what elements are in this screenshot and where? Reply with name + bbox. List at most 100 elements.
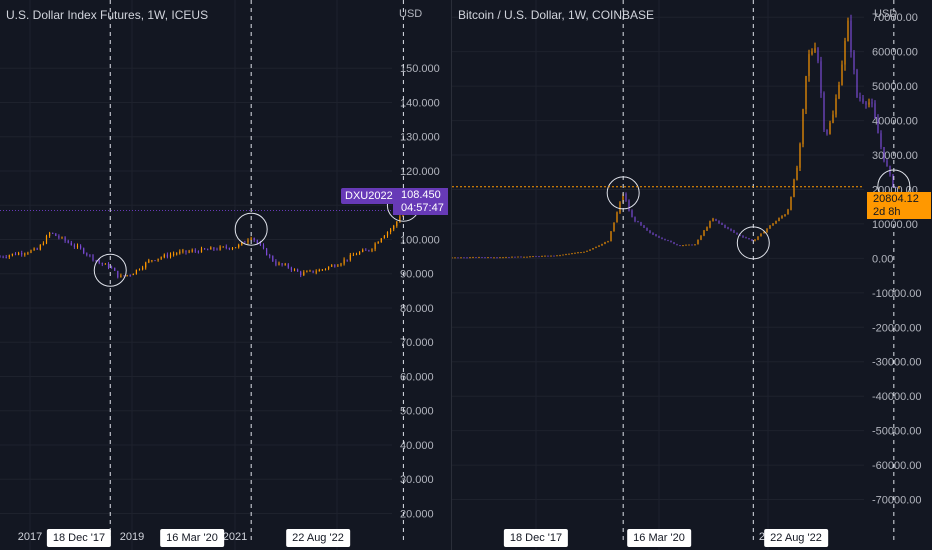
btc-candle-body <box>661 237 663 239</box>
btc-chart-panel[interactable]: 70000.00 60000.00 50000.00 40000.00 30000.00… <box>452 0 932 550</box>
dxy-chart-canvas[interactable]: 20.000 30.000 40.000 50.000 60.000 70.000 80.0… <box>0 0 451 550</box>
btc-candle-body <box>505 257 507 259</box>
dxy-y-tick-label: 80.000 <box>400 303 434 315</box>
dxy-candle-body <box>2 256 4 258</box>
dxy-candle-body <box>377 241 379 244</box>
dxy-candle-body <box>70 242 72 246</box>
btc-candle-body <box>649 230 651 233</box>
dxy-candle-body <box>30 250 32 253</box>
btc-candle-body <box>832 114 834 123</box>
btc-candle-body <box>697 239 699 245</box>
dxy-candle-body <box>76 245 79 247</box>
dxy-candle-body <box>272 256 274 262</box>
dxy-candle-body <box>107 263 110 268</box>
btc-candle-body <box>469 257 471 259</box>
dxy-candle-body <box>169 254 172 257</box>
btc-currency-label: USD <box>874 8 898 20</box>
btc-candle-body <box>586 250 588 252</box>
btc-candle-body <box>634 217 636 222</box>
dxy-candle-body <box>204 248 206 250</box>
dxy-candle-body <box>8 255 10 258</box>
dxy-candle-body <box>154 260 156 262</box>
btc-candle-body <box>463 257 465 259</box>
btc-candle-body <box>478 257 480 259</box>
dxy-candle-body <box>157 258 159 261</box>
dxy-candle-body <box>343 259 345 264</box>
dxy-candle-body <box>151 260 153 262</box>
btc-candle-body <box>550 255 552 257</box>
dxy-candle-body <box>380 238 382 242</box>
dxy-candle-body <box>89 254 91 256</box>
dxy-y-tick-label: 50.000 <box>400 406 434 418</box>
btc-candle-body <box>517 256 519 258</box>
dxy-candle-body <box>67 240 69 243</box>
btc-candle-body <box>700 235 702 240</box>
btc-candle-body <box>595 246 597 249</box>
btc-candle-body <box>733 230 735 233</box>
btc-candle-body <box>646 227 648 231</box>
dxy-candle-body <box>163 254 165 258</box>
btc-candle-body <box>853 52 855 70</box>
dxy-candle-body <box>235 247 237 249</box>
btc-candle-body <box>814 48 816 52</box>
btc-candle-body <box>817 48 819 62</box>
dxy-candle-body <box>309 270 311 272</box>
btc-candle-body <box>838 84 840 99</box>
btc-candle-body <box>895 186 897 188</box>
dxy-y-tick-label: 140.000 <box>400 97 440 109</box>
dxy-candle-body <box>334 265 336 267</box>
dxy-symbol-badge: DXU2022 <box>341 188 397 204</box>
dxy-candle-body <box>368 250 370 252</box>
btc-candle-body <box>553 255 555 257</box>
btc-candle-body <box>631 210 633 218</box>
btc-candle-body <box>655 234 657 237</box>
btc-candle-body <box>577 252 579 254</box>
btc-candle-body <box>685 244 687 246</box>
dxy-candle-body <box>244 241 246 243</box>
btc-candle-body <box>721 222 723 225</box>
dxy-candle-body <box>312 270 314 273</box>
btc-candle-body <box>841 64 843 85</box>
dxy-chart-panel[interactable]: 20.000 30.000 40.000 50.000 60.000 70.000 80.0… <box>0 0 451 550</box>
btc-candle-body <box>625 193 627 201</box>
btc-candle-body <box>541 255 543 257</box>
dxy-candle-body <box>14 253 17 255</box>
btc-candle-body <box>775 220 777 224</box>
btc-candle-body <box>859 96 861 99</box>
btc-candle-body <box>796 167 798 180</box>
dxy-candle-body <box>148 260 150 263</box>
btc-candle-body <box>475 257 477 259</box>
dxy-candle-body <box>318 269 320 272</box>
btc-candle-body <box>589 249 591 251</box>
btc-candle-body <box>538 256 540 258</box>
dxy-candle-body <box>80 245 82 249</box>
btc-chart-canvas[interactable]: 70000.0060000.0050000.0040000.0030000.00… <box>452 0 932 550</box>
dxy-candle-body <box>340 263 342 266</box>
btc-candle-body <box>835 98 837 115</box>
btc-candle-body <box>778 218 780 221</box>
dxy-candle-body <box>117 270 119 278</box>
dxy-candle-body <box>219 246 221 250</box>
dxy-candle-body <box>194 250 196 252</box>
btc-candle-body <box>709 221 711 228</box>
dxy-candle-body <box>132 273 134 276</box>
dxy-candle-body <box>359 251 361 255</box>
btc-y-tick-label: 0.00 <box>872 253 893 265</box>
dxy-candle-body <box>142 267 144 270</box>
dxy-candle-body <box>5 257 7 259</box>
btc-candle-body <box>616 212 618 223</box>
btc-candle-body <box>883 147 885 161</box>
dxy-candle-body <box>126 274 128 276</box>
dxy-candle-body <box>166 254 168 257</box>
dxy-candle-body <box>349 254 351 260</box>
dxy-candle-body <box>284 264 286 266</box>
btc-candle-body <box>481 257 483 259</box>
btc-candle-body <box>568 253 570 255</box>
dxy-candle-body <box>250 238 252 241</box>
btc-candle-body <box>736 232 738 235</box>
dxy-candle-body <box>281 263 283 265</box>
btc-candle-body <box>466 257 468 259</box>
dxy-candle-body <box>256 240 258 244</box>
btc-candle-body <box>514 256 516 258</box>
btc-candle-body <box>535 256 537 258</box>
